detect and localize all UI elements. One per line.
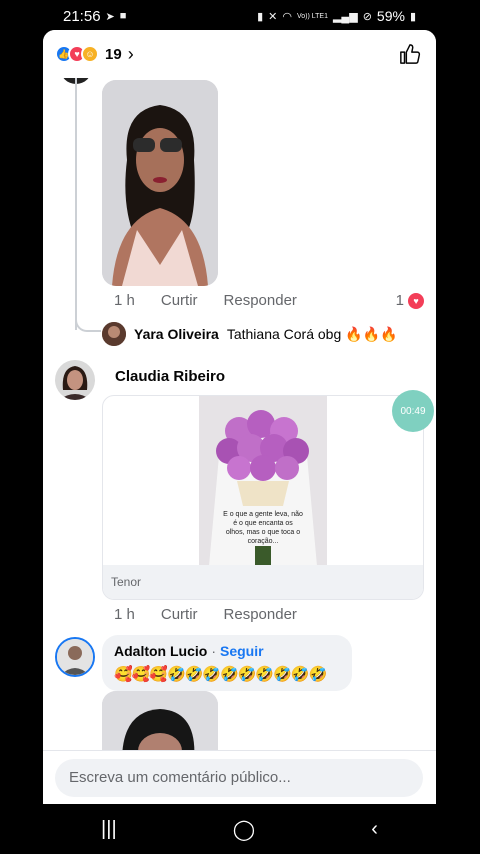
care-reaction-icon: ☺ — [81, 45, 99, 63]
separator: · — [211, 643, 216, 659]
reply-button[interactable]: Responder — [224, 292, 297, 309]
comment-text: 🥰🥰🥰🤣🤣🤣🤣🤣🤣🤣🤣🤣 — [114, 666, 327, 683]
gif-source: Tenor — [103, 565, 423, 599]
comment-composer: Escreva um comentário público... — [43, 750, 436, 804]
telegram-icon: ➤ — [105, 10, 115, 23]
thumbs-up-icon — [400, 44, 421, 64]
reply-preview[interactable]: Yara Oliveira Tathiana Corá obg 🔥🔥🔥 — [102, 322, 397, 346]
comment-time: 1 h — [114, 292, 135, 309]
comment-author[interactable]: Claudia Ribeiro — [115, 368, 225, 385]
comment-actions: 1 h Curtir Responder — [114, 292, 323, 309]
chevron-right-icon[interactable]: › — [128, 44, 134, 65]
gif-image: E o que a gente leva, não é o que encant… — [199, 396, 327, 566]
thread-connector — [75, 312, 101, 332]
system-nav-bar: ||| ◯ ‹ — [43, 804, 436, 854]
comments-sheet: 👍 ♥ ☺ 19 › 1 h Curtir Responder 1 ♥ Yara… — [43, 30, 436, 804]
avatar[interactable] — [55, 637, 95, 677]
status-bar: 21:56 ➤ ■ ▮ ✕ ◠ Vo)) LTE1 ▂▄▆ ⊘ 59% ▮ — [43, 0, 436, 32]
like-comment-button[interactable]: Curtir — [161, 292, 198, 309]
dnd-icon: ⊘ — [362, 10, 372, 23]
status-time: 21:56 — [63, 7, 101, 25]
thread-line — [75, 78, 77, 330]
follow-button[interactable]: Seguir — [220, 643, 264, 659]
comment-time: 1 h — [114, 606, 135, 623]
like-count-value: 1 — [395, 292, 404, 309]
avatar[interactable] — [55, 360, 95, 400]
like-post-button[interactable] — [396, 40, 424, 68]
battery-icon: ▮ — [409, 10, 416, 23]
battery-percent: 59% — [376, 8, 405, 24]
back-icon[interactable]: ‹ — [371, 818, 378, 841]
reply-text: Tathiana Corá obg 🔥🔥🔥 — [226, 325, 398, 342]
reply-author[interactable]: Yara Oliveira — [134, 326, 219, 342]
comment-bubble[interactable]: Adalton Lucio · Seguir 🥰🥰🥰🤣🤣🤣🤣🤣🤣🤣🤣🤣 — [102, 635, 352, 691]
like-comment-button[interactable]: Curtir — [161, 606, 198, 623]
battery-saver-icon: ▮ — [257, 10, 264, 23]
network-label: Vo)) LTE1 — [296, 12, 328, 20]
comment-photo[interactable] — [102, 80, 218, 286]
mute-icon: ✕ — [268, 10, 278, 23]
reply-button[interactable]: Responder — [224, 606, 297, 623]
video-icon: ■ — [119, 10, 127, 22]
reactions-bar[interactable]: 👍 ♥ ☺ 19 › — [43, 30, 436, 78]
reaction-count: 19 — [105, 45, 122, 63]
gif-caption: E o que a gente leva, não é o que encant… — [223, 511, 303, 545]
comment-input[interactable]: Escreva um comentário público... — [55, 759, 423, 797]
gif-card[interactable]: E o que a gente leva, não é o que encant… — [102, 395, 424, 600]
reaction-icons: 👍 ♥ ☺ — [55, 45, 99, 63]
heart-icon: ♥ — [408, 292, 424, 309]
comment-actions: 1 h Curtir Responder — [114, 606, 323, 623]
avatar — [102, 322, 126, 346]
recent-apps-icon[interactable]: ||| — [101, 818, 117, 841]
timer-badge: 00:49 — [392, 390, 434, 432]
comment-like-count[interactable]: 1 ♥ — [396, 292, 424, 309]
signal-icon: ▂▄▆ — [332, 10, 358, 23]
home-icon[interactable]: ◯ — [233, 817, 255, 842]
wifi-icon: ◠ — [282, 10, 292, 23]
comment-author[interactable]: Adalton Lucio — [114, 643, 207, 659]
